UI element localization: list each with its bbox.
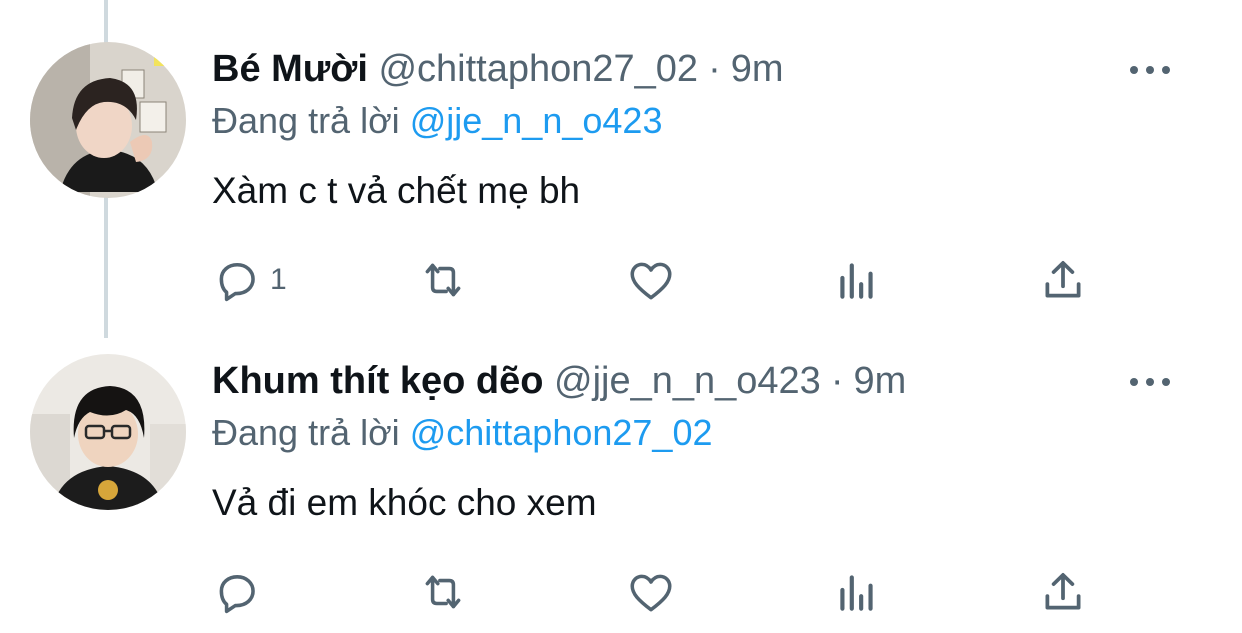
reply-icon bbox=[219, 263, 255, 302]
replying-prefix: Đang trả lời bbox=[212, 100, 400, 141]
like-icon bbox=[630, 262, 672, 300]
like-button[interactable] bbox=[626, 564, 676, 620]
share-icon bbox=[1045, 261, 1081, 298]
reply-button[interactable]: 1 bbox=[212, 252, 287, 308]
like-button[interactable] bbox=[626, 252, 676, 308]
stats-button[interactable] bbox=[832, 564, 882, 620]
separator-dot: · bbox=[708, 48, 721, 90]
tweet-actions bbox=[212, 564, 1112, 620]
replying-mention-link[interactable]: @chittaphon27_02 bbox=[410, 412, 713, 453]
retweet-button[interactable] bbox=[418, 252, 468, 308]
tweet[interactable]: Khum thít kẹo dẽo @jje_n_n_o423 · 9m Đang … bbox=[0, 312, 1242, 622]
timestamp[interactable]: 9m bbox=[853, 360, 906, 402]
avatar-image bbox=[30, 354, 186, 510]
reply-count: 1 bbox=[270, 263, 287, 296]
tweet-header: Bé Mười @chittaphon27_02 · 9m bbox=[212, 46, 784, 92]
reply-icon bbox=[219, 575, 255, 614]
replying-prefix: Đang trả lời bbox=[212, 412, 400, 453]
retweet-button[interactable] bbox=[418, 564, 468, 620]
tweet-text: Xàm c t vả chết mẹ bh bbox=[212, 170, 581, 211]
tweet-actions: 1 bbox=[212, 252, 1112, 308]
share-button[interactable] bbox=[1038, 564, 1088, 620]
avatar-image bbox=[30, 42, 186, 198]
like-icon bbox=[630, 574, 672, 612]
replying-to: Đang trả lời @chittaphon27_02 bbox=[212, 411, 713, 455]
tweet-text: Vả đi em khóc cho xem bbox=[212, 482, 597, 523]
replying-mention-link[interactable]: @jje_n_n_o423 bbox=[410, 100, 663, 141]
more-icon[interactable] bbox=[1130, 62, 1170, 78]
conversation-thread: Bé Mười @chittaphon27_02 · 9m Đang trả lời… bbox=[0, 0, 1242, 633]
stats-button[interactable] bbox=[832, 252, 882, 308]
retweet-icon bbox=[425, 263, 461, 297]
user-handle[interactable]: @jje_n_n_o423 bbox=[554, 360, 821, 402]
avatar[interactable] bbox=[30, 354, 186, 510]
timestamp[interactable]: 9m bbox=[731, 48, 784, 90]
separator-dot: · bbox=[830, 360, 844, 402]
replying-to: Đang trả lời @jje_n_n_o423 bbox=[212, 99, 662, 143]
share-icon bbox=[1045, 573, 1081, 610]
retweet-icon bbox=[425, 575, 461, 609]
share-button[interactable] bbox=[1038, 252, 1088, 308]
user-handle[interactable]: @chittaphon27_02 bbox=[378, 48, 698, 90]
display-name[interactable]: Bé Mười bbox=[212, 48, 368, 90]
tweet[interactable]: Bé Mười @chittaphon27_02 · 9m Đang trả lời… bbox=[0, 0, 1242, 310]
stats-icon bbox=[840, 263, 873, 299]
avatar[interactable] bbox=[30, 42, 186, 198]
stats-icon bbox=[840, 575, 873, 611]
tweet-header: Khum thít kẹo dẽo @jje_n_n_o423 · 9m bbox=[212, 358, 906, 404]
reply-button[interactable] bbox=[212, 564, 270, 620]
display-name[interactable]: Khum thít kẹo dẽo bbox=[212, 360, 543, 402]
more-icon[interactable] bbox=[1130, 374, 1170, 390]
